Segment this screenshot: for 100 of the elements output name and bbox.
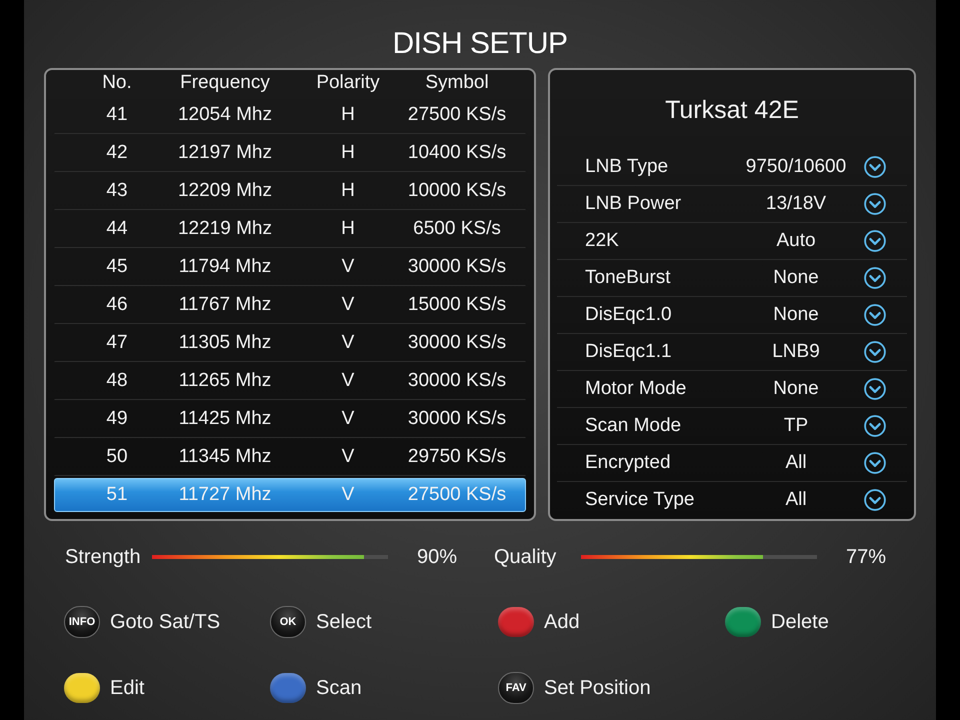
key-label: Edit xyxy=(110,676,144,700)
table-cell: 44 xyxy=(106,218,128,240)
setting-row[interactable]: LNB Type 9750/10600 xyxy=(557,149,907,186)
setting-value: All xyxy=(785,452,807,474)
table-cell: V xyxy=(342,446,354,468)
transponder-row[interactable]: 41 12054 Mhz H 27500 KS/s xyxy=(54,96,526,134)
setting-row[interactable]: Scan Mode TP xyxy=(557,408,907,445)
setting-value: None xyxy=(773,378,819,400)
table-cell: 27500 KS/s xyxy=(408,484,506,506)
table-cell: 50 xyxy=(106,446,128,468)
chevron-down-circle-icon xyxy=(864,378,886,400)
satellite-name: Turksat 42E xyxy=(665,94,799,124)
table-cell: 42 xyxy=(106,142,128,164)
table-cell: 30000 KS/s xyxy=(408,408,506,430)
table-cell: V xyxy=(342,294,354,316)
table-cell: H xyxy=(341,104,355,126)
setting-label: LNB Type xyxy=(585,156,670,178)
remote-key: INFO xyxy=(64,606,100,638)
table-cell: 11425 Mhz xyxy=(178,408,272,430)
table-cell: V xyxy=(342,256,354,278)
table-cell: V xyxy=(342,370,354,392)
setting-label: DisEqc1.1 xyxy=(585,341,673,363)
screen-title: DISH SETUP xyxy=(392,26,568,62)
column-header: Frequency xyxy=(180,72,270,94)
transponder-row[interactable]: 44 12219 Mhz H 6500 KS/s xyxy=(54,210,526,248)
chevron-down-circle-icon xyxy=(864,267,886,289)
setting-label: 22K xyxy=(585,230,620,252)
table-cell: V xyxy=(342,484,354,506)
setting-value: 13/18V xyxy=(766,193,826,215)
setting-label: Encrypted xyxy=(585,452,672,474)
table-cell: 15000 KS/s xyxy=(408,294,506,316)
setting-row[interactable]: DisEqc1.1 LNB9 xyxy=(557,334,907,371)
setting-label: LNB Power xyxy=(585,193,682,215)
table-cell: 29750 KS/s xyxy=(408,446,506,468)
column-header: Symbol xyxy=(425,72,489,94)
setting-value: Auto xyxy=(776,230,816,252)
table-cell: 48 xyxy=(106,370,128,392)
table-cell: 10400 KS/s xyxy=(408,142,506,164)
chevron-down-circle-icon xyxy=(864,489,886,511)
table-cell: 45 xyxy=(106,256,128,278)
setting-row[interactable]: ToneBurst None xyxy=(557,260,907,297)
transponder-row[interactable]: 48 11265 Mhz V 30000 KS/s xyxy=(54,362,526,400)
setting-row[interactable]: Encrypted All xyxy=(557,445,907,482)
table-cell: 11305 Mhz xyxy=(178,332,272,354)
setting-value: None xyxy=(773,304,819,326)
setting-label: ToneBurst xyxy=(585,267,672,289)
table-cell: 6500 KS/s xyxy=(413,218,501,240)
meter-label: Strength xyxy=(65,546,142,568)
key-label: Goto Sat/TS xyxy=(110,610,220,634)
setting-value: TP xyxy=(784,415,808,437)
table-cell: 30000 KS/s xyxy=(408,256,506,278)
chevron-down-circle-icon xyxy=(864,304,886,326)
setting-value: 9750/10600 xyxy=(746,156,846,178)
table-cell: 47 xyxy=(106,332,128,354)
setting-row[interactable]: 22K Auto xyxy=(557,223,907,260)
table-cell: 12219 Mhz xyxy=(178,218,272,240)
setting-value: LNB9 xyxy=(772,341,820,363)
transponder-row[interactable]: 45 11794 Mhz V 30000 KS/s xyxy=(54,248,526,286)
remote-key: OK xyxy=(270,606,306,638)
column-header: Polarity xyxy=(316,72,380,94)
table-cell: 51 xyxy=(106,484,128,506)
meter-label: Quality xyxy=(494,546,558,568)
setting-label: Service Type xyxy=(585,489,696,511)
table-cell: 11265 Mhz xyxy=(178,370,272,392)
table-cell: 27500 KS/s xyxy=(408,104,506,126)
transponder-row[interactable]: 49 11425 Mhz V 30000 KS/s xyxy=(54,400,526,438)
transponder-row[interactable]: 50 11345 Mhz V 29750 KS/s xyxy=(54,438,526,476)
transponder-row[interactable]: 46 11767 Mhz V 15000 KS/s xyxy=(54,286,526,324)
chevron-down-circle-icon xyxy=(864,415,886,437)
key-label: Add xyxy=(544,610,580,634)
table-cell: H xyxy=(341,180,355,202)
setting-value: All xyxy=(785,489,807,511)
table-cell: H xyxy=(341,218,355,240)
column-header: No. xyxy=(102,72,132,94)
table-cell: 11345 Mhz xyxy=(178,446,272,468)
transponder-row[interactable]: 42 12197 Mhz H 10400 KS/s xyxy=(54,134,526,172)
setting-label: DisEqc1.0 xyxy=(585,304,673,326)
meter-reading: 90% xyxy=(416,546,457,568)
key-label: Scan xyxy=(316,676,362,700)
key-label: Delete xyxy=(771,610,829,634)
transponder-row[interactable]: 47 11305 Mhz V 30000 KS/s xyxy=(54,324,526,362)
table-cell: V xyxy=(342,408,354,430)
table-cell: 30000 KS/s xyxy=(408,370,506,392)
setting-label: Scan Mode xyxy=(585,415,682,437)
setting-value: None xyxy=(773,267,819,289)
meter-reading: 77% xyxy=(846,546,886,568)
key-label: Set Position xyxy=(544,676,651,700)
table-cell: 11727 Mhz xyxy=(178,484,272,506)
setting-label: Motor Mode xyxy=(585,378,688,400)
table-cell: 12209 Mhz xyxy=(178,180,272,202)
transponder-row[interactable]: 43 12209 Mhz H 10000 KS/s xyxy=(54,172,526,210)
setting-row[interactable]: LNB Power 13/18V xyxy=(557,186,907,223)
setting-row[interactable]: Service Type All xyxy=(557,482,907,519)
setting-row[interactable]: Motor Mode None xyxy=(557,371,907,408)
setting-row[interactable]: DisEqc1.0 None xyxy=(557,297,907,334)
chevron-down-circle-icon xyxy=(864,230,886,252)
remote-key: FAV xyxy=(498,672,534,704)
chevron-down-circle-icon xyxy=(864,452,886,474)
chevron-down-circle-icon xyxy=(864,341,886,363)
chevron-down-circle-icon xyxy=(864,193,886,215)
